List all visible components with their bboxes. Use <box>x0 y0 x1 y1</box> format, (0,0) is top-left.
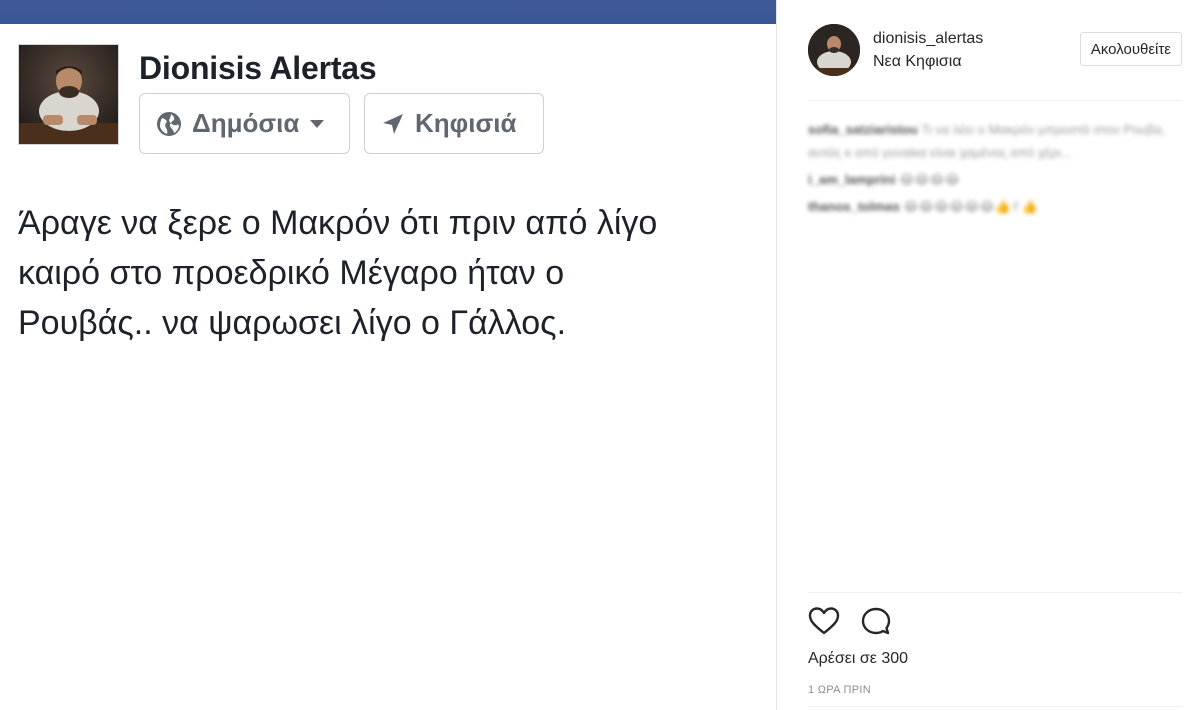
location-label: Κηφισιά <box>415 108 517 138</box>
privacy-label: Δημόσια <box>192 108 300 138</box>
comment-item: thanos_tolmas 😂😂😂😂😂😂👍✌👍 <box>808 195 1178 218</box>
comment-username[interactable]: i_am_lamprini <box>808 172 895 187</box>
comment-username[interactable]: sofia_satziaristou <box>808 122 918 137</box>
following-button[interactable]: Ακολουθείτε <box>1079 32 1182 66</box>
post-actions <box>808 606 892 640</box>
footer-divider <box>808 706 1182 707</box>
instagram-location[interactable]: Νεα Κηφισια <box>873 53 962 71</box>
header-divider <box>808 100 1182 101</box>
privacy-selector[interactable]: Δημόσια <box>139 93 350 154</box>
facebook-top-bar <box>0 0 776 24</box>
location-tag[interactable]: Κηφισιά <box>364 93 544 154</box>
author-avatar <box>18 44 119 145</box>
likes-count[interactable]: Αρέσει σε 300 <box>808 650 908 668</box>
post-timestamp[interactable]: 1 ΩΡΑ ΠΡΙΝ <box>808 684 871 696</box>
location-arrow-icon <box>383 113 403 134</box>
comments-list: sofia_satziaristou Τι να λέει ο Μακρόν μ… <box>808 118 1178 222</box>
author-name[interactable]: Dionisis Alertas <box>139 50 377 87</box>
instagram-username[interactable]: dionisis_alertas <box>873 30 983 48</box>
comment-icon[interactable] <box>860 606 892 641</box>
instagram-panel: dionisis_alertas Νεα Κηφισια Ακολουθείτε… <box>776 0 1200 710</box>
comment-username[interactable]: thanos_tolmas <box>808 199 900 214</box>
instagram-avatar[interactable] <box>808 24 860 76</box>
comment-item: i_am_lamprini 😂😂😂😂 <box>808 168 1178 191</box>
comment-item: sofia_satziaristou Τι να λέει ο Μακρόν μ… <box>808 118 1178 164</box>
heart-icon[interactable] <box>808 606 840 641</box>
comment-text: 😂😂😂😂 <box>899 172 960 187</box>
post-text: Άραγε να ξερε ο Μακρόν ότι πριν από λίγο… <box>18 204 658 342</box>
caret-down-icon <box>310 119 325 128</box>
globe-icon <box>157 111 181 136</box>
facebook-post-screenshot: Dionisis Alertas Δημόσια Κηφισιά Άραγε ν… <box>0 0 776 710</box>
comment-text: 😂😂😂😂😂😂👍✌👍 <box>903 199 1038 214</box>
instagram-post-header: dionisis_alertas Νεα Κηφισια Ακολουθείτε <box>808 24 1182 84</box>
actions-divider <box>808 592 1182 593</box>
